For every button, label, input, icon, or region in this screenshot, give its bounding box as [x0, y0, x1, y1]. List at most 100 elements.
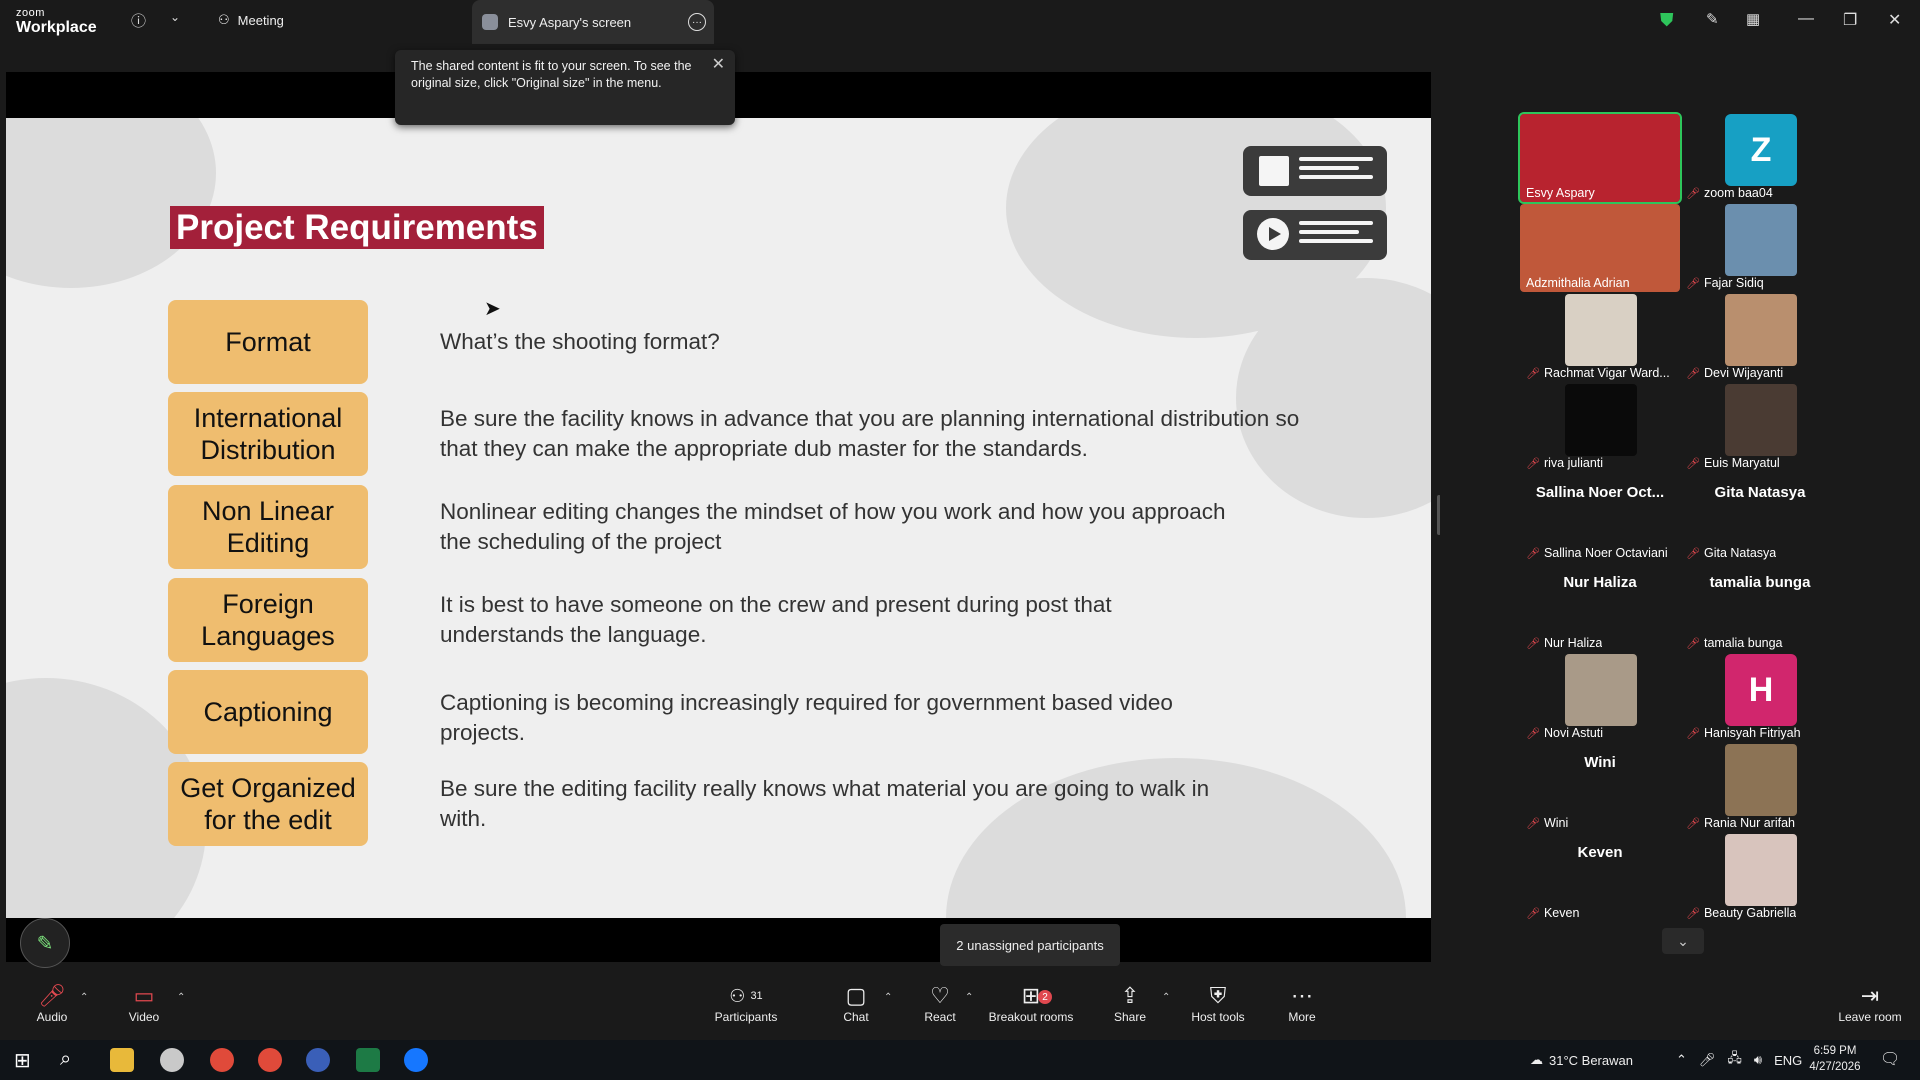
participant-tile[interactable]: 🎤︎ Rania Nur arifah [1680, 744, 1840, 832]
clock[interactable]: 6:59 PM 4/27/2026 [1800, 1043, 1870, 1075]
participant-name: zoom baa04 [1703, 186, 1773, 200]
participant-tile[interactable]: 🎤︎ Devi Wijayanti [1680, 294, 1840, 382]
microphone-muted-icon: 🎤︎ [1526, 907, 1540, 920]
participant-tile[interactable]: 🎤︎ Fajar Sidiq [1680, 204, 1840, 292]
participants-count: 31 [750, 990, 763, 1002]
language-indicator[interactable]: ENG [1774, 1053, 1802, 1068]
microphone-muted-icon: 🎤︎ [1526, 817, 1540, 830]
shield-icon: ⛨ [1209, 983, 1227, 1008]
participant-tile[interactable]: Wini 🎤︎ Wini [1520, 744, 1680, 832]
video-button[interactable]: ▭ Video [104, 980, 184, 1024]
video-options-caret-icon[interactable]: ⌃ [177, 992, 185, 1003]
info-icon[interactable]: ⓘ [131, 10, 146, 31]
tab-shared-screen[interactable]: Esvy Aspary's screen ··· [472, 0, 714, 44]
windows-taskbar: ⊞ ⌕ ☁ 31°C Berawan ⌃ 🎤︎ 🖧︎ 🔊︎ ENG 6:59 P… [0, 1040, 1920, 1080]
video-list-icon [1243, 210, 1387, 260]
host-tools-button[interactable]: ⛨ Host tools [1178, 980, 1258, 1024]
participant-name: Rania Nur arifah [1703, 816, 1795, 830]
participant-name: Euis Maryatul [1703, 456, 1780, 470]
annotation-pen-button[interactable]: ✎ [20, 918, 70, 968]
participant-initial-avatar: H [1725, 654, 1797, 726]
leave-room-button[interactable]: ⇥ Leave room [1830, 980, 1910, 1024]
participant-photo [1565, 294, 1637, 366]
participant-tile[interactable]: 🎤︎ Euis Maryatul [1680, 384, 1840, 472]
weather-text: 31°C Berawan [1549, 1052, 1633, 1068]
participant-tile[interactable]: 🎤︎ Rachmat Vigar Ward... [1520, 294, 1680, 382]
tab-meeting[interactable]: ⚇ Meeting [218, 12, 284, 28]
pencil-icon: ✎ [36, 932, 54, 955]
excel-icon[interactable] [356, 1048, 380, 1072]
participant-tile[interactable]: Adzmithalia Adrian [1520, 204, 1680, 292]
chevron-down-icon[interactable]: ⌄ [170, 10, 180, 24]
chevron-up-icon[interactable]: ⌃ [1676, 1052, 1687, 1068]
participant-photo [1565, 654, 1637, 726]
chrome-icon[interactable] [210, 1048, 234, 1072]
camera-app-icon[interactable] [306, 1048, 330, 1072]
gallery-scroll-down-button[interactable]: ⌄ [1662, 928, 1704, 954]
participant-tile[interactable]: tamalia bunga 🎤︎ tamalia bunga [1680, 564, 1840, 652]
participant-tile[interactable]: Nur Haliza 🎤︎ Nur Haliza [1520, 564, 1680, 652]
chat-label: Chat [843, 1010, 869, 1024]
participant-name: Rachmat Vigar Ward... [1543, 366, 1670, 380]
close-icon[interactable]: ✕ [1888, 10, 1901, 30]
leave-label: Leave room [1838, 1010, 1902, 1024]
participant-tile[interactable]: 🎤︎ Beauty Gabriella [1680, 834, 1840, 922]
avatar [482, 14, 498, 30]
row-label: Captioning [168, 670, 368, 754]
more-button[interactable]: ⋯ More [1262, 980, 1342, 1024]
more-dots-icon: ⋯ [1291, 983, 1313, 1008]
react-options-caret-icon[interactable]: ⌃ [965, 992, 973, 1003]
participant-display-name: Gita Natasya [1714, 484, 1806, 501]
participant-photo [1725, 384, 1797, 456]
audio-options-caret-icon[interactable]: ⌃ [80, 992, 88, 1003]
participant-tile[interactable]: 🎤︎ Novi Astuti [1520, 654, 1680, 742]
zoom-app-icon[interactable] [404, 1048, 428, 1072]
volume-icon[interactable]: 🔊︎ [1754, 1052, 1762, 1068]
row-description: Be sure the editing facility really know… [440, 776, 1210, 831]
tab-meeting-label: Meeting [237, 12, 284, 28]
participant-tile[interactable]: H 🎤︎ Hanisyah Fitriyah [1680, 654, 1840, 742]
microphone-muted-icon: 🎤︎ [1686, 817, 1700, 830]
windows-start-icon[interactable]: ⊞ [14, 1048, 31, 1073]
participant-name: Adzmithalia Adrian [1526, 276, 1630, 290]
participant-name: riva julianti [1543, 456, 1604, 470]
zoom-logo: zoom Workplace [16, 8, 97, 36]
search-icon[interactable]: ⌕ [60, 1048, 71, 1071]
breakout-rooms-button[interactable]: ⊞ Breakout rooms [981, 980, 1081, 1024]
participant-tile[interactable]: Sallina Noer Oct... 🎤︎ Sallina Noer Octavi… [1520, 474, 1680, 562]
annotate-pencil-icon[interactable]: ✎ [1706, 10, 1719, 28]
share-button[interactable]: ⇪ Share [1090, 980, 1170, 1024]
minimize-icon[interactable]: — [1798, 10, 1814, 28]
share-label: Share [1113, 1010, 1147, 1024]
close-notice-icon[interactable]: ✕ [712, 54, 725, 74]
microphone-muted-icon: 🎤︎ [1686, 727, 1700, 740]
app-icon[interactable] [160, 1048, 184, 1072]
row-label: Get Organized for the edit [168, 762, 368, 846]
participant-photo [1565, 384, 1637, 456]
row-label: Foreign Languages [168, 578, 368, 662]
row-label: Format [168, 300, 368, 384]
participant-tile[interactable]: Gita Natasya 🎤︎ Gita Natasya [1680, 474, 1840, 562]
share-options-caret-icon[interactable]: ⌃ [1162, 992, 1170, 1003]
notification-center-icon[interactable]: 🗨︎ [1880, 1049, 1900, 1069]
security-shield-icon[interactable]: ⛊ [1660, 10, 1674, 31]
participant-tile[interactable]: 🎤︎ riva julianti [1520, 384, 1680, 472]
share-screen-icon: ⇪ [1120, 983, 1140, 1008]
network-icon[interactable]: 🖧︎ [1727, 1049, 1742, 1071]
file-explorer-icon[interactable] [110, 1048, 134, 1072]
participant-tile[interactable]: Esvy Aspary [1518, 112, 1682, 204]
microphone-icon[interactable]: 🎤︎ [1699, 1052, 1716, 1068]
restore-icon[interactable]: ❐ [1843, 10, 1857, 30]
participant-tile[interactable]: Keven 🎤︎ Keven [1520, 834, 1680, 922]
participants-button[interactable]: ⚇ 31 Participants [706, 980, 786, 1024]
clock-date: 4/27/2026 [1809, 1061, 1861, 1073]
chrome-icon[interactable] [258, 1048, 282, 1072]
chat-options-caret-icon[interactable]: ⌃ [884, 992, 892, 1003]
participant-tile[interactable]: Z 🎤︎ zoom baa04 [1680, 114, 1840, 202]
mouse-cursor-icon: ➤ [484, 298, 501, 320]
participant-display-name: Keven [1577, 844, 1623, 861]
participant-display-name: Wini [1584, 754, 1616, 771]
more-options-icon[interactable]: ··· [688, 13, 706, 31]
weather-widget[interactable]: ☁ 31°C Berawan [1530, 1040, 1633, 1080]
layout-view-icon[interactable]: ▦ [1746, 10, 1760, 28]
